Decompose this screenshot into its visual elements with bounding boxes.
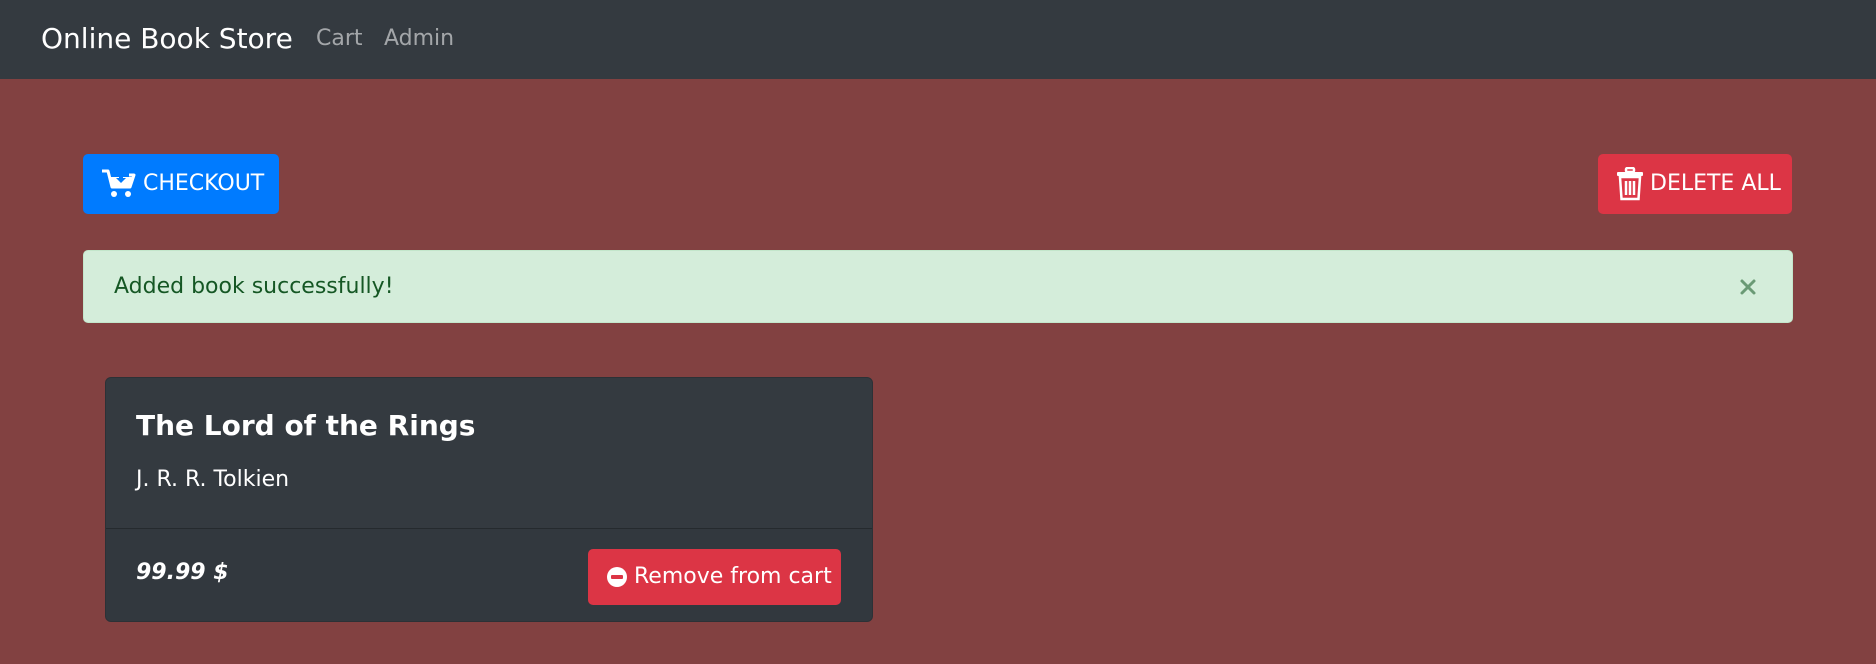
book-author: J. R. R. Tolkien [136,467,290,492]
alert-message: Added book successfully! [114,274,394,299]
delete-all-label: DELETE ALL [1650,171,1781,196]
book-title: The Lord of the Rings [136,409,476,442]
remove-from-cart-button[interactable]: Remove from cart [588,549,841,605]
book-price: 99.99 $ [136,560,229,585]
nav-link-admin[interactable]: Admin [384,24,454,54]
navbar: Online Book Store Cart Admin [0,0,1876,79]
delete-all-button[interactable]: DELETE ALL [1598,154,1792,214]
book-card: The Lord of the Rings J. R. R. Tolkien 9… [105,377,873,622]
remove-label: Remove from cart [634,564,832,589]
nav-link-cart[interactable]: Cart [316,24,363,54]
navbar-brand[interactable]: Online Book Store [41,20,293,58]
cart-download-icon [101,169,137,199]
checkout-label: CHECKOUT [143,171,265,196]
close-icon[interactable] [1734,273,1762,301]
card-footer: 99.99 $ Remove from cart [106,528,872,621]
success-alert: Added book successfully! [83,250,1793,323]
trash-icon [1616,167,1644,201]
minus-circle-icon [606,566,628,588]
checkout-button[interactable]: CHECKOUT [83,154,279,214]
